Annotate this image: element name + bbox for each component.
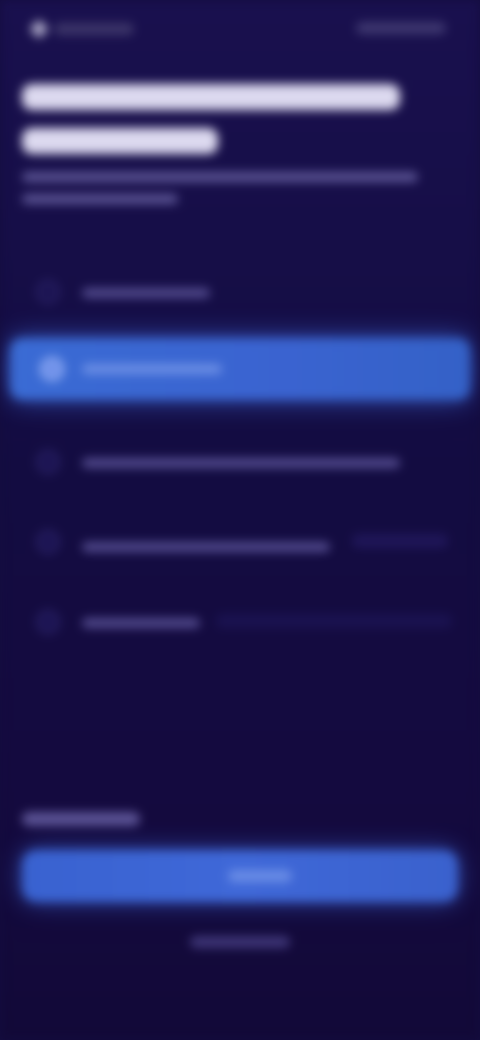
radio-button[interactable] (36, 280, 60, 304)
option-list (0, 254, 480, 664)
option-label (82, 542, 330, 552)
radio-button[interactable] (36, 530, 60, 554)
title-line-2 (22, 128, 218, 154)
option-item[interactable] (0, 504, 480, 584)
option-item[interactable] (0, 424, 480, 504)
top-right-action[interactable] (356, 22, 446, 34)
question-heading (22, 84, 442, 216)
radio-button[interactable] (36, 610, 60, 634)
option-label (82, 288, 210, 298)
radio-button-checked[interactable] (40, 357, 64, 381)
option-label (82, 458, 400, 468)
option-label (82, 364, 222, 374)
secondary-link[interactable] (190, 936, 290, 948)
option-label (82, 618, 200, 628)
option-extra (216, 614, 452, 628)
option-extra (352, 534, 448, 548)
radio-button[interactable] (36, 450, 60, 474)
option-item[interactable] (0, 584, 480, 664)
option-item[interactable] (0, 254, 480, 334)
title-line-1 (22, 84, 400, 110)
subtitle-line-1 (22, 172, 418, 182)
arrow-left-icon (29, 19, 49, 39)
top-bar (0, 0, 480, 60)
continue-button[interactable] (22, 850, 458, 902)
continue-button-label (228, 870, 292, 882)
section-label (22, 812, 140, 826)
app-screen (0, 0, 480, 1040)
back-button[interactable] (29, 16, 134, 42)
subtitle-line-2 (22, 194, 178, 204)
back-label (54, 23, 134, 35)
option-item-selected[interactable] (10, 338, 470, 400)
